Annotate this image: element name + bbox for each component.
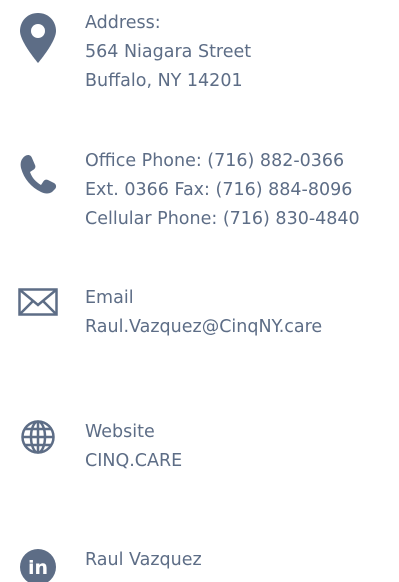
address-street: 564 Niagara Street	[85, 42, 252, 62]
email-text: Email Raul.Vazquez@CinqNY.care	[85, 284, 322, 342]
phone-text: Office Phone: (716) 882-0366 Ext. 0366 F…	[85, 147, 360, 234]
address-text: Address: 564 Niagara Street Buffalo, NY …	[85, 9, 251, 96]
office-phone-line[interactable]: Office Phone: (716) 882-0366	[85, 147, 360, 176]
linkedin-text: Raul Vazquez	[85, 546, 202, 575]
email-label: Email	[85, 288, 134, 308]
cellular-phone-line[interactable]: Cellular Phone: (716) 830-4840	[85, 205, 360, 234]
website-label: Website	[85, 422, 155, 442]
extension-fax-line[interactable]: Ext. 0366 Fax: (716) 884-8096	[85, 176, 360, 205]
globe-icon	[16, 419, 60, 455]
envelope-icon	[16, 288, 60, 316]
email-link[interactable]: Raul.Vazquez@CinqNY.care	[85, 313, 322, 342]
linkedin-icon[interactable]: in	[16, 548, 60, 582]
map-pin-icon	[16, 12, 60, 64]
address-city: Buffalo, NY 14201	[85, 71, 243, 91]
website-text: Website CINQ.CARE	[85, 418, 182, 476]
address-label: Address:	[85, 13, 161, 33]
phone-icon	[16, 154, 60, 194]
website-link[interactable]: CINQ.CARE	[85, 447, 182, 476]
linkedin-name[interactable]: Raul Vazquez	[85, 546, 202, 575]
